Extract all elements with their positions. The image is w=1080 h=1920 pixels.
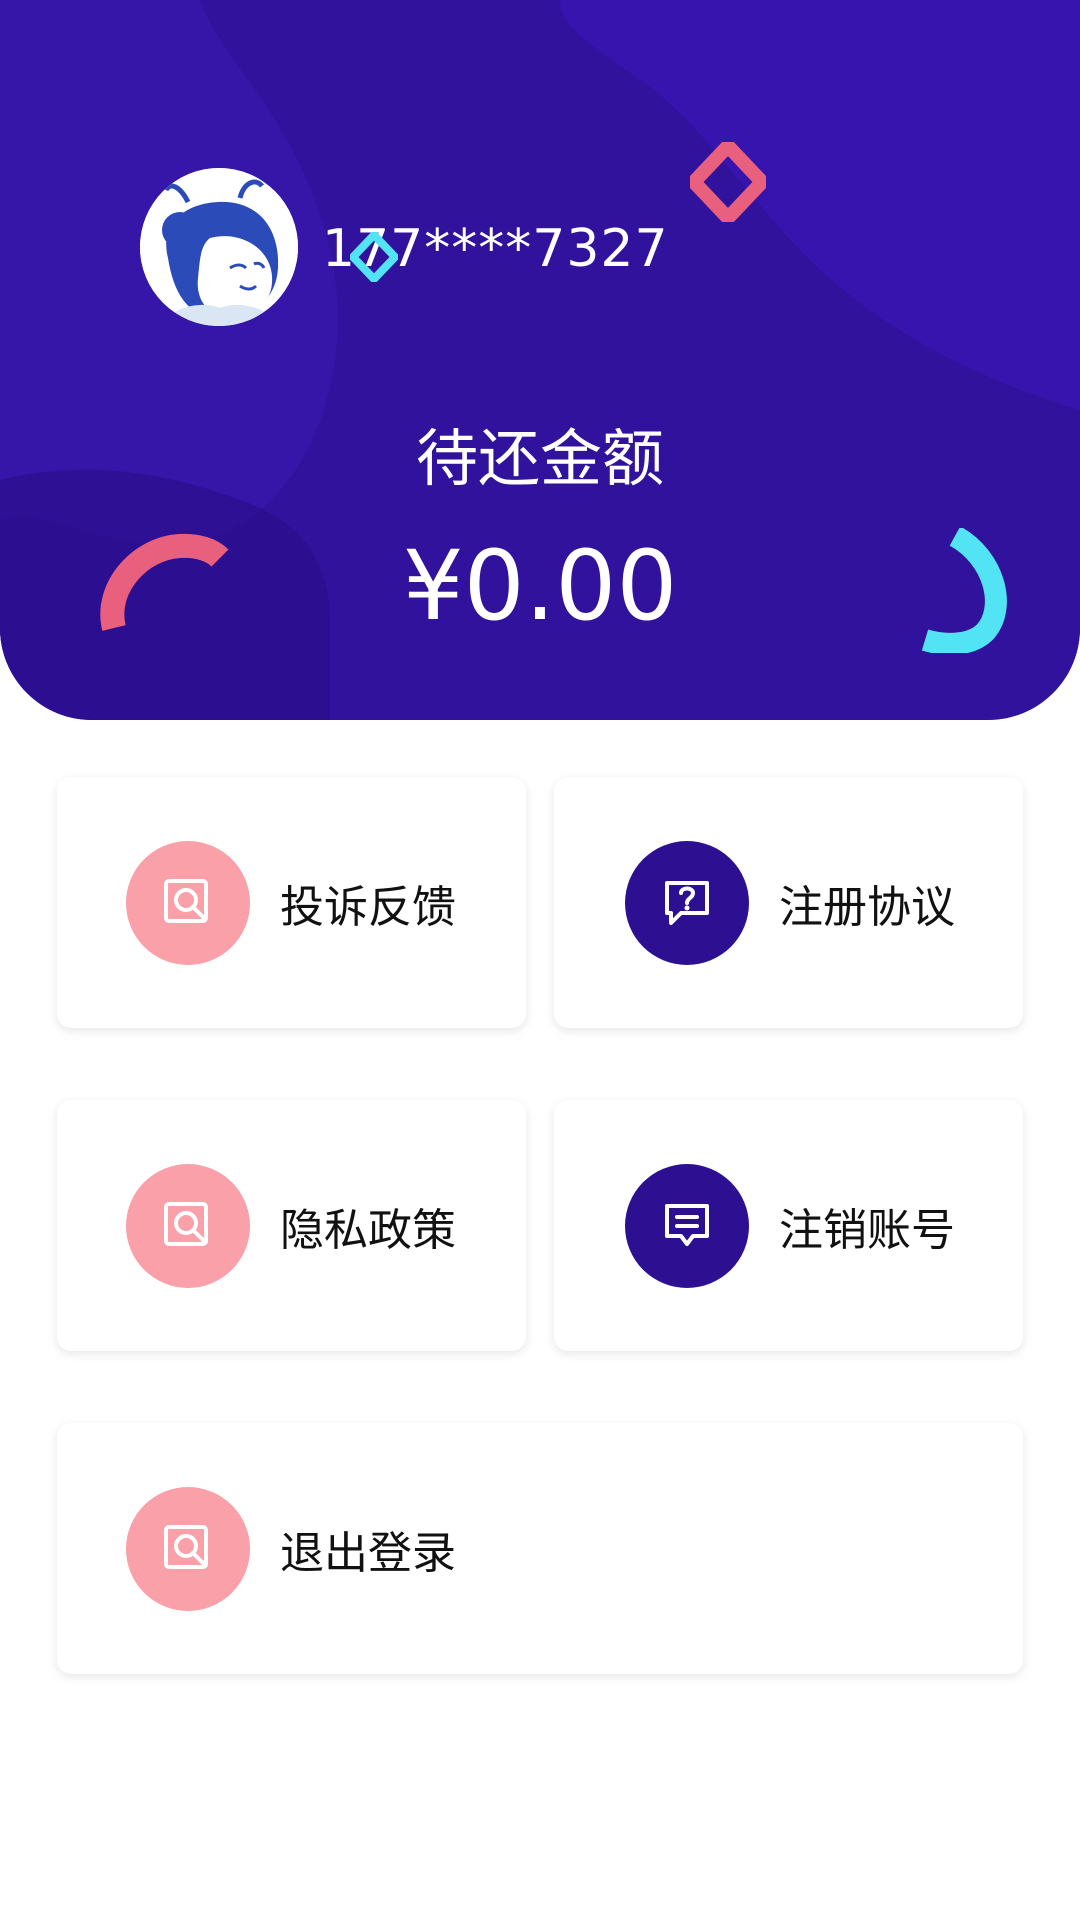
diamond-decoration-cyan <box>350 232 398 282</box>
menu-item-privacy-policy[interactable]: 隐私政策 <box>57 1100 526 1351</box>
due-amount-value: ¥0.00 <box>402 530 678 642</box>
menu-icon-circle <box>625 840 749 965</box>
menu-item-label: 注销账号 <box>779 1204 955 1256</box>
menu-item-label: 退出登录 <box>280 1527 456 1579</box>
menu-icon-circle <box>126 1486 250 1611</box>
avatar[interactable] <box>140 168 298 326</box>
menu-item-label: 隐私政策 <box>280 1204 456 1256</box>
avatar-illustration <box>140 168 298 326</box>
menu-icon-circle <box>625 1163 749 1288</box>
due-amount-label: 待还金额 <box>415 422 664 495</box>
search-document-icon <box>164 878 208 923</box>
menu-item-label: 投诉反馈 <box>280 881 456 933</box>
menu-item-label: 注册协议 <box>779 881 955 933</box>
message-icon <box>665 1203 709 1246</box>
menu-item-delete-account[interactable]: 注销账号 <box>554 1100 1023 1351</box>
profile-header: 177****7327 待还金额 ¥0.00 <box>0 0 1080 720</box>
diamond-decoration-red <box>690 142 766 222</box>
menu-item-logout[interactable]: 退出登录 <box>57 1423 1023 1674</box>
menu-icon-circle <box>126 1163 250 1288</box>
menu-icon-circle <box>126 840 250 965</box>
question-chat-icon <box>665 880 709 925</box>
search-document-icon <box>164 1524 208 1569</box>
menu-item-complaint-feedback[interactable]: 投诉反馈 <box>57 777 526 1028</box>
menu-item-registration-agreement[interactable]: 注册协议 <box>554 777 1023 1028</box>
search-document-icon <box>164 1201 208 1246</box>
